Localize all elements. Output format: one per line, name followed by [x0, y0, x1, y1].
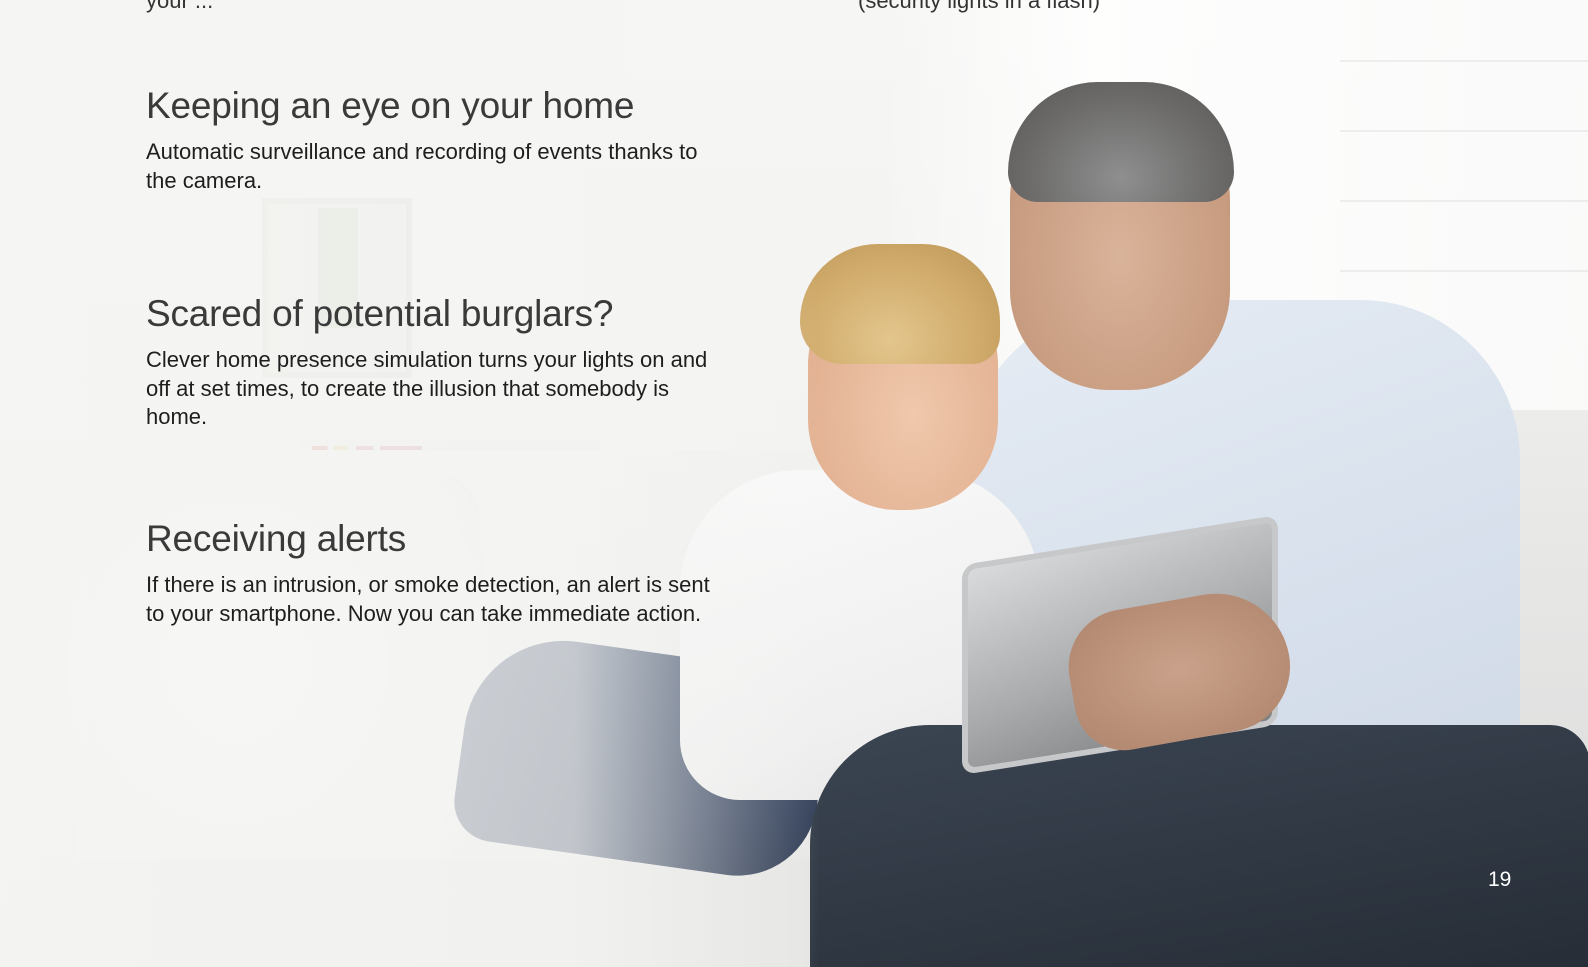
section-alerts: Receiving alerts If there is an intrusio… — [146, 517, 716, 628]
cut-off-text-right: (security lights in a flash) — [858, 0, 1101, 13]
section-heading: Keeping an eye on your home — [146, 85, 635, 126]
section-body: If there is an intrusion, or smoke detec… — [146, 572, 710, 626]
section-surveillance: Keeping an eye on your home Automatic su… — [146, 84, 716, 195]
cut-off-text-left: your ... — [146, 0, 214, 13]
section-heading: Scared of potential burglars? — [146, 293, 614, 334]
section-body: Automatic surveillance and recording of … — [146, 139, 698, 193]
page-number: 19 — [1488, 868, 1512, 891]
section-body: Clever home presence simulation turns yo… — [146, 347, 708, 430]
document-page: your ... (security lights in a flash) Ke… — [0, 0, 1588, 967]
man-jeans — [810, 725, 1588, 967]
window-blind-slat — [1340, 60, 1588, 62]
section-heading: Receiving alerts — [146, 518, 407, 559]
window-blind-slat — [1340, 270, 1588, 272]
window-blind-slat — [1340, 130, 1588, 132]
section-presence-simulation: Scared of potential burglars? Clever hom… — [146, 292, 716, 432]
window-blind-slat — [1340, 200, 1588, 202]
boy-hair — [800, 244, 1000, 364]
